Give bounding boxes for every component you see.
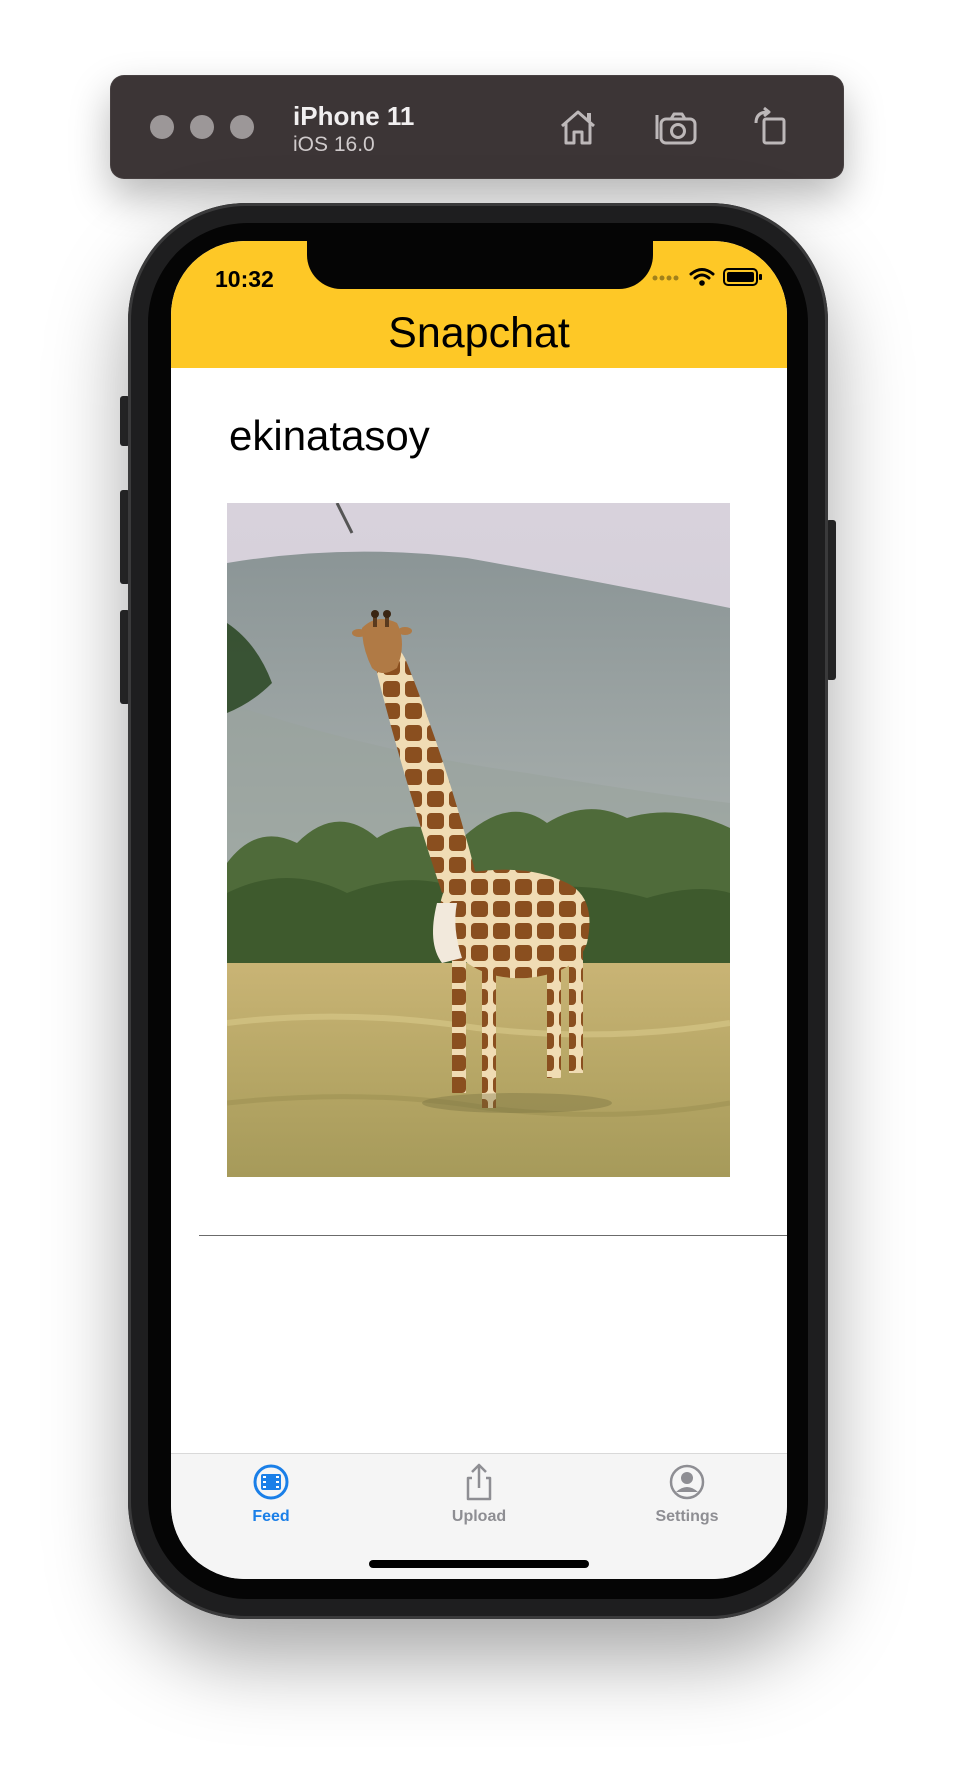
screenshot-button[interactable] (653, 103, 701, 151)
window-close-button[interactable] (150, 115, 174, 139)
post-username: ekinatasoy (229, 412, 430, 459)
tab-upload-label: Upload (451, 1508, 507, 1525)
post-separator (199, 1235, 787, 1236)
giraffe-photo (227, 503, 730, 1177)
tab-settings[interactable]: Settings (617, 1462, 757, 1542)
cellular-signal-icon (652, 275, 679, 281)
wifi-icon (689, 268, 715, 286)
rotate-device-icon (754, 106, 786, 145)
simulator-os-version: iOS 16.0 (293, 133, 375, 156)
tab-feed[interactable]: Feed (201, 1462, 341, 1542)
post-image[interactable] (227, 503, 730, 1177)
rotate-button[interactable] (746, 103, 794, 151)
device-screen: 10:32 Snapchat ekinatasoy Feed Upload Se… (171, 241, 787, 1579)
simulator-device-name: iPhone 11 (293, 101, 415, 131)
app-title: Snapchat (388, 309, 570, 357)
window-zoom-button[interactable] (230, 115, 254, 139)
device-notch (307, 241, 653, 289)
home-indicator[interactable] (369, 1560, 589, 1568)
film-icon (253, 1464, 289, 1500)
tab-settings-label: Settings (655, 1508, 719, 1525)
status-time: 10:32 (215, 266, 274, 292)
window-minimize-button[interactable] (190, 115, 214, 139)
person-circle-icon (669, 1464, 705, 1500)
navigation-header: 10:32 Snapchat (171, 241, 787, 368)
home-button[interactable] (554, 103, 602, 151)
share-upload-icon (466, 1463, 492, 1501)
tab-upload[interactable]: Upload (409, 1462, 549, 1542)
screenshot-camera-icon (655, 112, 697, 145)
battery-icon (723, 268, 762, 286)
home-icon (561, 110, 595, 145)
tab-feed-label: Feed (252, 1508, 290, 1525)
status-indicators (651, 267, 763, 287)
simulator-toolbar: iPhone 11 iOS 16.0 (110, 75, 844, 179)
